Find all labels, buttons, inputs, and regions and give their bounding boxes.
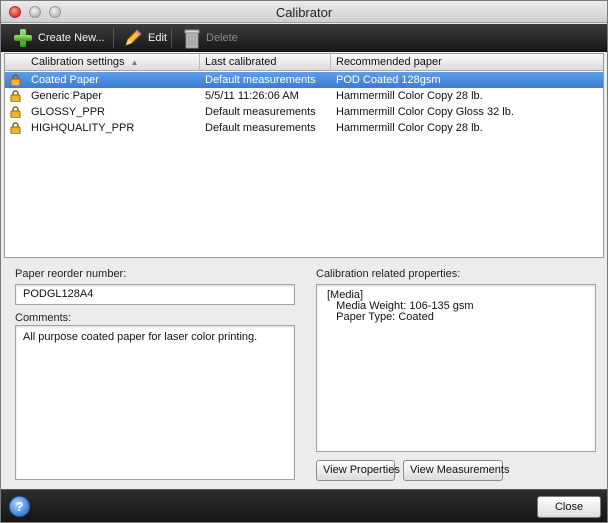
trash-icon xyxy=(184,29,200,49)
toolbar-divider xyxy=(113,28,114,48)
toolbar: Create New... Edit Delete xyxy=(1,24,607,52)
lock-icon xyxy=(10,106,21,118)
edit-label: Edit xyxy=(148,32,167,44)
delete-button[interactable]: Delete xyxy=(177,24,244,52)
properties-label: Calibration related properties: xyxy=(316,268,461,280)
properties-textarea[interactable]: [Media] Media Weight: 106-135 gsm Paper … xyxy=(316,284,596,452)
cell-last-calibrated: 5/5/11 11:26:06 AM xyxy=(205,90,299,102)
cell-recommended-paper: POD Coated 128gsm xyxy=(336,74,441,86)
table-row[interactable]: GLOSSY_PPR Default measurements Hammermi… xyxy=(5,104,603,120)
reorder-number-field[interactable]: PODGL128A4 xyxy=(15,284,295,305)
calibrator-window: Calibrator Create New... Edit Delete Cal… xyxy=(0,0,608,523)
column-header-last-calibrated[interactable]: Last calibrated xyxy=(200,54,331,71)
cell-last-calibrated: Default measurements xyxy=(205,122,316,134)
cell-calibration-setting: GLOSSY_PPR xyxy=(31,106,105,118)
bottom-bar: ? Close xyxy=(1,489,607,522)
lock-icon xyxy=(10,74,21,86)
create-new-button[interactable]: Create New... xyxy=(7,24,111,52)
column-header-label: Recommended paper xyxy=(336,56,442,68)
cell-calibration-setting: Generic Paper xyxy=(31,90,102,102)
add-icon xyxy=(13,28,33,48)
table-row[interactable]: Coated Paper Default measurements POD Co… xyxy=(5,72,603,88)
view-properties-button[interactable]: View Properties xyxy=(316,460,400,481)
help-button[interactable]: ? xyxy=(9,496,30,517)
title-bar: Calibrator xyxy=(1,1,607,23)
reorder-number-label: Paper reorder number: xyxy=(15,268,127,280)
cell-last-calibrated: Default measurements xyxy=(205,74,316,86)
comments-label: Comments: xyxy=(15,312,72,324)
table-row[interactable]: HIGHQUALITY_PPR Default measurements Ham… xyxy=(5,120,603,136)
toolbar-divider xyxy=(171,28,172,48)
cell-last-calibrated: Default measurements xyxy=(205,106,316,118)
cell-recommended-paper: Hammermill Color Copy 28 lb. xyxy=(336,90,483,102)
create-new-label: Create New... xyxy=(38,32,105,44)
close-button[interactable]: Close xyxy=(537,496,601,518)
cell-recommended-paper: Hammermill Color Copy Gloss 32 lb. xyxy=(336,106,514,118)
column-header-calibration-settings[interactable]: Calibration settings ▲ xyxy=(5,54,200,71)
edit-button[interactable]: Edit xyxy=(117,24,173,52)
column-header-recommended-paper[interactable]: Recommended paper xyxy=(331,54,603,71)
view-measurements-button[interactable]: View Measurements xyxy=(403,460,509,481)
delete-label: Delete xyxy=(206,32,238,44)
table-row[interactable]: Generic Paper 5/5/11 11:26:06 AM Hammerm… xyxy=(5,88,603,104)
cell-recommended-paper: Hammermill Color Copy 28 lb. xyxy=(336,122,483,134)
cell-calibration-setting: HIGHQUALITY_PPR xyxy=(31,122,135,134)
lock-icon xyxy=(10,90,21,102)
column-header-label: Last calibrated xyxy=(205,56,277,68)
lock-icon xyxy=(10,122,21,134)
table-header: Calibration settings ▲ Last calibrated Re… xyxy=(5,54,603,71)
sort-ascending-icon: ▲ xyxy=(130,58,139,67)
column-header-label: Calibration settings xyxy=(31,56,125,68)
calibration-table: Calibration settings ▲ Last calibrated Re… xyxy=(4,53,604,258)
window-title: Calibrator xyxy=(275,5,333,20)
comments-textarea[interactable]: All purpose coated paper for laser color… xyxy=(15,325,295,480)
pencil-icon xyxy=(125,29,142,46)
cell-calibration-setting: Coated Paper xyxy=(31,74,99,86)
